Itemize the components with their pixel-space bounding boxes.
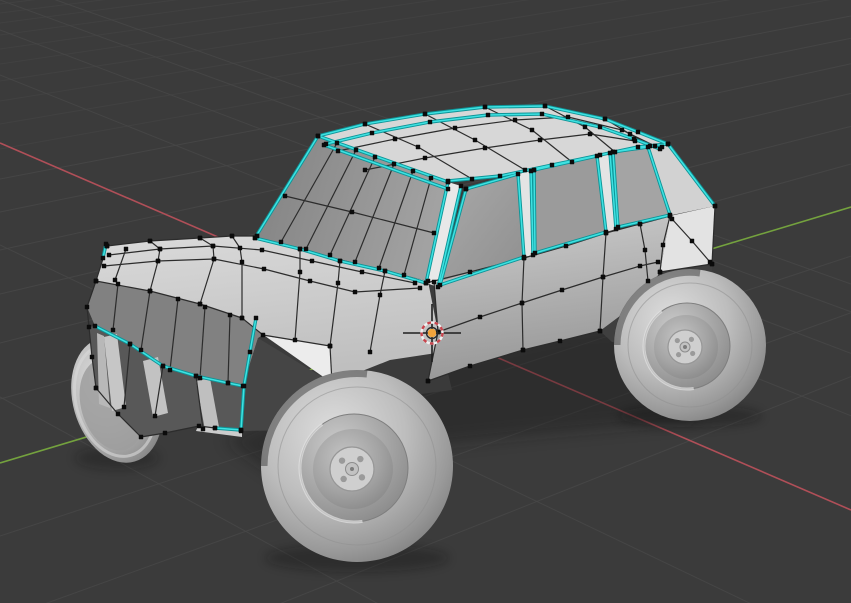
wheel-front-left[interactable]	[260, 369, 453, 562]
3d-viewport[interactable]	[0, 0, 851, 603]
wheel-rear-left[interactable]	[613, 268, 766, 421]
viewport-canvas[interactable]	[0, 0, 851, 603]
